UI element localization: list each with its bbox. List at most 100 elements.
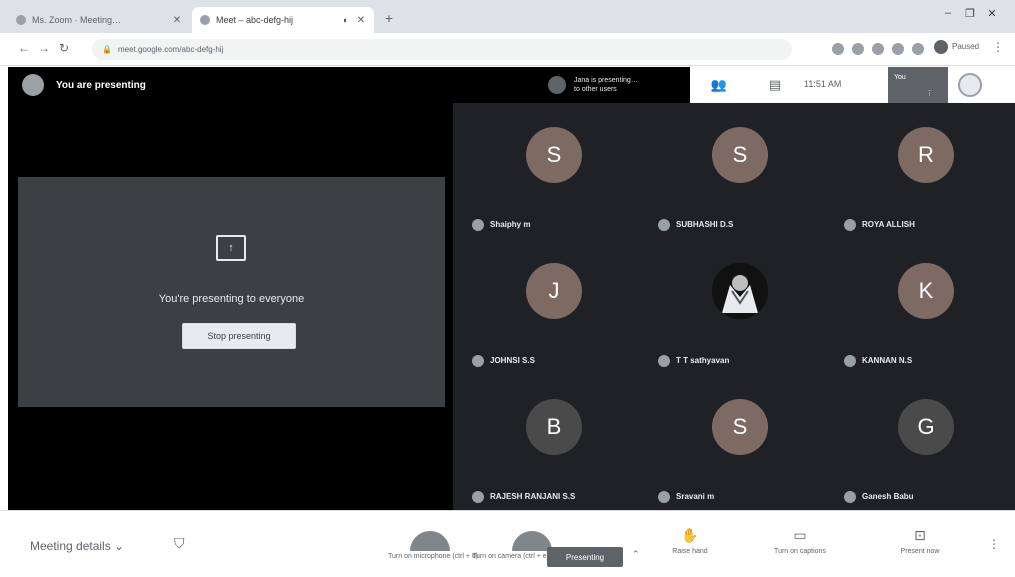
stop-presenting-button[interactable]: Stop presenting (182, 323, 296, 349)
shield-icon[interactable]: ⛉ (174, 535, 185, 552)
url-text: meet.google.com/abc-defg-hij (117, 45, 224, 54)
close-icon[interactable]: ✕ (172, 15, 182, 26)
microphone-tooltip: Turn on microphone (ctrl + d) (388, 553, 479, 560)
avatar (22, 74, 44, 96)
clock-time: 11:51 AM (804, 79, 842, 89)
speaker-icon[interactable]: ◖ (342, 15, 352, 25)
avatar: G (898, 399, 954, 455)
mic-muted-icon (472, 355, 484, 367)
profile-avatar[interactable] (934, 40, 948, 54)
participant-name: Shaiphy m (490, 220, 531, 229)
pinned-line-1: Jana is presenting… (574, 77, 638, 84)
avatar: S (526, 127, 582, 183)
browser-chrome: Ms. Zoom · Meeting… ✕ Meet – abc-defg-hi… (0, 0, 1015, 66)
participant-tile[interactable]: K KANNAN N.S (838, 243, 1015, 378)
participant-name: T T sathyavan (676, 356, 730, 365)
participant-tile[interactable]: S Shaiphy m (466, 107, 646, 242)
microphone-off-icon (410, 531, 450, 551)
close-icon[interactable]: ✕ (356, 15, 366, 26)
microphone-button[interactable] (404, 523, 456, 553)
presenting-message: You're presenting to everyone (158, 293, 305, 305)
participant-name: ROYA ALLISH (862, 220, 915, 229)
more-options-icon[interactable]: ⋮ (988, 537, 1000, 551)
avatar: K (898, 263, 954, 319)
participant-grid: S Shaiphy m S SUBHASHI D.S R ROYA ALLISH… (456, 103, 1015, 510)
user-avatar[interactable] (958, 73, 982, 97)
participant-tile[interactable]: J JOHNSI S.S (466, 243, 646, 378)
participant-tile[interactable]: B RAJESH RANJANI S.S (466, 379, 646, 514)
chevron-up-icon[interactable]: ⌃ (632, 549, 640, 560)
more-options-icon[interactable]: ⋮ (926, 89, 933, 97)
mic-muted-icon (472, 491, 484, 503)
lock-icon: 🔒 (102, 45, 112, 54)
minimize-button[interactable]: – (940, 7, 956, 19)
present-icon: ⊡ (914, 527, 926, 543)
browser-tab-active[interactable]: Meet – abc-defg-hij ◖ ✕ (192, 7, 374, 33)
avatar-photo (712, 263, 768, 319)
avatar: B (526, 399, 582, 455)
star-icon[interactable] (852, 43, 864, 55)
mic-muted-icon (658, 491, 670, 503)
address-bar[interactable]: 🔒 meet.google.com/abc-defg-hij (92, 39, 792, 60)
mic-muted-icon (658, 219, 670, 231)
raise-hand-label: Raise hand (672, 548, 708, 555)
self-thumbnail[interactable]: You (888, 67, 948, 103)
browser-toolbar: ← → ↻ 🔒 meet.google.com/abc-defg-hij (0, 33, 1015, 66)
participant-name: SUBHASHI D.S (676, 220, 734, 229)
avatar: R (898, 127, 954, 183)
self-label: You (894, 74, 906, 81)
participant-name: KANNAN N.S (862, 356, 913, 365)
chat-icon[interactable]: ▤ (766, 77, 784, 93)
mic-muted-icon (844, 219, 856, 231)
present-screen-icon: ↑ (216, 235, 246, 261)
camera-off-icon (512, 531, 552, 551)
raise-hand-button[interactable]: ✋ Raise hand (640, 527, 740, 555)
back-icon[interactable]: ← (16, 41, 32, 55)
people-icon[interactable]: 👥 (710, 77, 728, 93)
presenting-button[interactable]: Presenting (547, 547, 623, 567)
participant-tile[interactable]: T T sathyavan (652, 243, 832, 378)
extension-icon[interactable] (912, 43, 924, 55)
participant-name: Ganesh Babu (862, 492, 914, 501)
forward-icon[interactable]: → (36, 41, 52, 55)
avatar: S (712, 127, 768, 183)
avatar (548, 76, 566, 94)
mic-muted-icon (658, 355, 670, 367)
participant-name: JOHNSI S.S (490, 356, 535, 365)
tab-favicon-icon (16, 15, 26, 25)
reload-icon[interactable]: ↻ (56, 41, 72, 55)
captions-label: Turn on captions (774, 548, 826, 555)
meeting-area: You are presenting Jana is presenting… t… (8, 67, 1015, 510)
avatar: J (526, 263, 582, 319)
meeting-details-button[interactable]: Meeting details ⌄ (30, 539, 124, 553)
avatar: S (712, 399, 768, 455)
participant-tile[interactable]: S SUBHASHI D.S (652, 107, 832, 242)
profile-status: Paused (952, 42, 980, 51)
participant-name: Sravani m (676, 492, 715, 501)
camera-indicator-icon[interactable] (832, 43, 844, 55)
extension-icon[interactable] (892, 43, 904, 55)
tab-strip: Ms. Zoom · Meeting… ✕ Meet – abc-defg-hi… (0, 0, 1015, 33)
captions-button[interactable]: ▭ Turn on captions (750, 527, 850, 555)
close-window-button[interactable]: ✕ (984, 7, 1000, 20)
extension-icon[interactable] (872, 43, 884, 55)
hand-icon: ✋ (681, 527, 699, 543)
present-now-label: Present now (900, 548, 940, 555)
camera-tooltip: Turn on camera (ctrl + e) (472, 553, 549, 560)
tab-title: Ms. Zoom · Meeting… (32, 15, 122, 25)
mic-muted-icon (844, 355, 856, 367)
participant-tile[interactable]: R ROYA ALLISH (838, 107, 1015, 242)
participant-tile[interactable]: G Ganesh Babu (838, 379, 1015, 514)
participant-tile[interactable]: S Sravani m (652, 379, 832, 514)
top-right-controls: 👥 ▤ 11:51 AM You ⋮ (690, 67, 1015, 103)
browser-menu-icon[interactable]: ⋮ (992, 40, 1004, 54)
tab-title: Meet – abc-defg-hij (216, 15, 294, 25)
maximize-button[interactable]: ❐ (962, 7, 978, 20)
new-tab-button[interactable]: + (380, 10, 398, 26)
present-now-button[interactable]: ⊡ Present now (870, 527, 970, 555)
presentation-stage: ↑ You're presenting to everyone Stop pre… (8, 103, 453, 510)
pinned-presentation[interactable]: Jana is presenting… to other users (548, 71, 688, 99)
pinned-line-2: to other users (574, 86, 617, 93)
mic-muted-icon (844, 491, 856, 503)
browser-tab[interactable]: Ms. Zoom · Meeting… ✕ (8, 7, 190, 33)
